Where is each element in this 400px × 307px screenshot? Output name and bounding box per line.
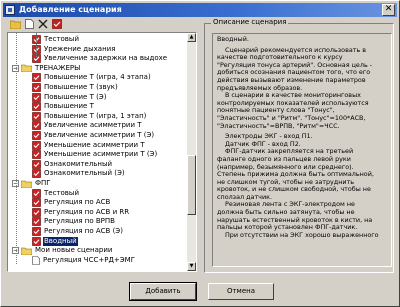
cancel-button[interactable]: Отмена [208,283,274,300]
scroll-down-icon[interactable]: ▼ [187,262,196,271]
scenario-check-icon [32,150,41,159]
tree-item[interactable]: Повышение Т (звук) [32,83,119,92]
tree-item[interactable]: Тестовый [32,35,80,44]
description-paragraph: Сценарий рекомендуется использовать в ка… [217,45,373,92]
close-button[interactable]: ✕ [382,4,395,16]
tree-item[interactable]: Увеличение асимметрии Т [32,121,143,131]
tree-item[interactable]: Тестовый [32,189,80,198]
tree-item-label: Тестовый [44,35,79,43]
tree-item-label: Регуляция по ВРПВ [44,217,115,226]
tree-item-label: Увеличение асимметрии Т (Э) [44,131,155,139]
description-paragraph: Вводный. [217,35,249,43]
tree-item[interactable]: Регуляция по АСВ (Э) [32,227,124,236]
tree-item-label: Тестовый [44,188,79,197]
tree-item[interactable]: Повышение Т (Э) [32,93,107,102]
tree-item[interactable]: Повышение Т [32,102,95,111]
scenario-tree[interactable]: Тестовый Урежение дыхания Увеличение задер… [7,32,197,272]
tree-item[interactable]: Урежение дыхания [32,45,116,54]
tree-item-label: Регуляция ЧСС+РД+ЭМГ [43,255,135,264]
tree-item-label: Повышение Т (Э) [44,92,107,101]
scenario-check-icon [32,73,41,83]
tree-item[interactable]: Повышение Т (игра, 1 этап) [32,112,147,121]
scenario-check-icon [32,217,41,227]
tree-folder[interactable]: − ФПГ [12,179,52,188]
delete-icon[interactable] [37,18,49,30]
description-text: Вводный. Сценарий рекомендуется использов… [217,35,381,239]
scenario-check-icon [32,92,41,102]
tree-connector-line [16,33,17,264]
tree-item-label: Увеличение асимметрии Т [44,121,142,130]
tree-item-label: Повышение Т (игра, 1 этап) [44,111,147,120]
add-button[interactable]: Добавить [129,282,197,301]
scenario-check-icon [32,111,41,121]
tree-connector-line [36,33,37,61]
folder-icon[interactable] [9,18,21,30]
scenario-check-icon [32,227,41,236]
tree-item[interactable]: Вводный [32,236,78,246]
tree-item[interactable]: Увеличение асимметрии Т (Э) [32,131,155,140]
scenario-check-icon [32,188,41,198]
description-paragraph: В сценарии в качестве мониторинговых кон… [217,91,369,130]
tree-folder[interactable]: − ТРЕНАЖЕРЫ [12,64,81,73]
folder-icon [21,180,32,188]
scenario-check-icon [32,140,41,150]
scenario-check-icon [32,121,41,131]
description-textbox[interactable]: Вводный. Сценарий рекомендуется использов… [212,33,392,267]
scroll-thumb[interactable] [187,155,196,215]
title-bar: Добавление сценария ✕ [3,3,397,17]
dialog-window: Добавление сценария ✕ Тестовый Урежение д… [0,0,400,307]
scenario-check-icon [32,131,41,140]
folder-icon [21,247,32,255]
tree-item-label: Регуляция по АСВ (Э) [44,227,123,235]
tree-item[interactable]: Регуляция по АСВ и RR [32,208,130,217]
tree-item-label: ТРЕНАЖЕРЫ [35,63,81,72]
tree-item-label: Повышение Т (игра, 4 этапа) [44,73,151,82]
folder-icon [21,64,32,73]
tree-item-label: Вводный [43,236,78,246]
scenario-check-icon [32,236,41,246]
tree-item[interactable]: Ознакомительный [32,160,113,169]
tree-item-label: Урежение дыхания [44,44,116,53]
scenario-check-icon [32,159,41,169]
description-paragraph: ФПГ-датчик закрепляется на третьей фалан… [217,147,374,201]
scenario-check-icon [32,169,41,179]
tree-item[interactable]: Регуляция ЧСС+РД+ЭМГ [32,256,136,265]
tree-item[interactable]: Увеличение задержки на выдохе [32,54,168,63]
scenario-check-icon [32,198,41,207]
document-icon [32,255,40,265]
tree-item[interactable]: Ознакомительный (Э) [32,169,126,179]
tree-vertical-scrollbar[interactable]: ▲ ▼ [187,33,196,271]
tree-item-label: Регуляция по АСВ и RR [44,207,130,216]
tree-item-label: Мои новые сценарии [35,246,113,255]
tree-content: Тестовый Урежение дыхания Увеличение задер… [8,33,188,271]
description-legend: Описание сценария [211,18,289,27]
tree-item-label: Регуляция по АСВ [44,198,111,207]
tree-item-label: Уменьшение асимметрии Т (Э) [44,150,158,159]
tree-item-label: ФПГ [35,179,51,187]
scenario-check-icon [32,102,41,111]
tree-item[interactable]: Уменьшение асимметрии Т (Э) [32,150,158,159]
tree-item-label: Уменьшение асимметрии Т [44,140,145,149]
scenario-check-icon [32,83,41,92]
tree-item-label: Повышение Т (звук) [44,83,118,91]
tree-item[interactable]: Повышение Т (игра, 4 этапа) [32,73,152,83]
tree-item[interactable]: Регуляция по АСВ [32,198,111,207]
tree-item-label: Ознакомительный (Э) [44,169,125,178]
scenario-check-icon [32,207,41,217]
tree-item-label: Увеличение задержки на выдохе [44,54,168,63]
tree-item-label: Повышение Т [44,102,94,111]
tree-folder[interactable]: − Мои новые сценарии [12,246,113,255]
toolbar [9,17,63,31]
scroll-up-icon[interactable]: ▲ [187,33,196,42]
window-title: Добавление сценария [19,5,122,14]
tree-item[interactable]: Регуляция по ВРПВ [32,217,116,227]
tree-item-label: Ознакомительный [44,159,113,168]
new-document-icon[interactable] [23,18,35,30]
app-icon [5,5,15,15]
tree-item[interactable]: Уменьшение асимметрии Т [32,141,146,150]
properties-icon[interactable] [51,18,63,30]
description-paragraph: Резиновая лента с ЭКГ-электродом не долж… [217,200,373,232]
description-paragraph: При отсутствии на ЭКГ хорошо выраженного [225,230,379,239]
